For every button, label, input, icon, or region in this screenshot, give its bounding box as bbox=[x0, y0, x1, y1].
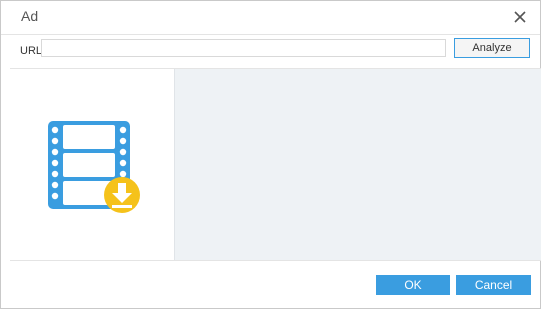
close-icon bbox=[514, 11, 526, 23]
title-bar: Ad bbox=[1, 1, 540, 35]
content-area bbox=[10, 68, 541, 261]
close-button[interactable] bbox=[510, 7, 530, 27]
preview-panel bbox=[10, 69, 175, 260]
ok-button[interactable]: OK bbox=[376, 275, 450, 295]
analyze-button[interactable]: Analyze bbox=[454, 38, 530, 58]
url-label: URL bbox=[20, 45, 43, 57]
dialog-title: Ad bbox=[21, 8, 39, 24]
url-bar: URL Analyze bbox=[1, 35, 540, 65]
cancel-button[interactable]: Cancel bbox=[456, 275, 531, 295]
add-url-dialog: Ad URL Analyze OK Cancel bbox=[0, 0, 541, 309]
footer: OK Cancel bbox=[1, 262, 540, 309]
results-panel bbox=[175, 69, 541, 260]
video-download-icon bbox=[48, 121, 140, 213]
url-input[interactable] bbox=[41, 39, 446, 57]
